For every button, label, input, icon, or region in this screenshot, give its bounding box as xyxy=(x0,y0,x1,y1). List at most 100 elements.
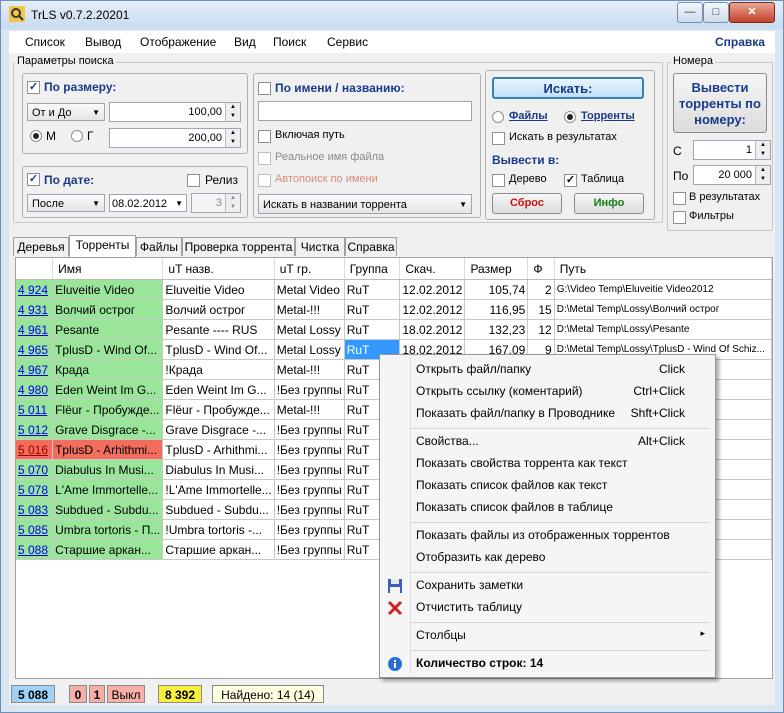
col-header-ut-name[interactable]: uT назв. xyxy=(162,258,275,280)
cell-name[interactable]: L'Ame Immortelle... xyxy=(52,479,164,500)
name-scope-select[interactable]: Искать в названии торрента ▼ xyxy=(258,194,472,214)
col-header-ut-group[interactable]: uT гр. xyxy=(274,258,345,280)
cell-ut-group[interactable]: !Без группы xyxy=(274,459,345,480)
cell-name[interactable]: Eluveitie Video xyxy=(52,279,164,300)
spin-down-icon[interactable]: ▼ xyxy=(225,138,240,147)
cell-name[interactable]: Subdued - Subdu... xyxy=(52,499,164,520)
release-checkbox[interactable] xyxy=(187,174,200,187)
cell-ut-name[interactable]: TplusD - Arhithmi... xyxy=(162,439,275,460)
col-header-id[interactable] xyxy=(16,258,54,280)
cell-ut-group[interactable]: Metal-!!! xyxy=(274,299,345,320)
spin-down-icon[interactable]: ▼ xyxy=(225,112,240,121)
spin-up-icon[interactable]: ▲ xyxy=(225,194,240,203)
cell-id[interactable]: 4 980 xyxy=(16,379,54,400)
info-button[interactable]: Инфо xyxy=(574,193,644,214)
menu-file-list-text[interactable]: Показать список файлов как текст xyxy=(416,478,607,492)
size-from-input[interactable]: 100,00 ▲ ▼ xyxy=(109,102,241,122)
cell-group[interactable]: RuT xyxy=(344,279,401,300)
cell-ut-name[interactable]: !Umbra tortoris -... xyxy=(162,519,275,540)
cell-ut-group[interactable]: !Без группы xyxy=(274,419,345,440)
torrent-id-link[interactable]: 4 931 xyxy=(18,303,48,317)
date-checkbox[interactable]: ✓ xyxy=(27,173,40,186)
col-header-name[interactable]: Имя xyxy=(52,258,164,280)
cell-ut-name[interactable]: Subdued - Subdu... xyxy=(162,499,275,520)
menu-show-displayed-files[interactable]: Показать файлы из отображенных торрентов xyxy=(416,528,670,542)
maximize-button[interactable]: □ xyxy=(703,2,729,23)
cell-ut-group[interactable]: !Без группы xyxy=(274,439,345,460)
col-header-f[interactable]: Ф xyxy=(527,258,555,280)
cell-ut-group[interactable]: !Без группы xyxy=(274,479,345,500)
cell-size[interactable]: 105,74 xyxy=(464,279,529,300)
menu-list[interactable]: Список xyxy=(25,35,65,49)
tab-torrent-check[interactable]: Проверка торрента xyxy=(182,237,295,256)
cell-group[interactable]: RuT xyxy=(344,299,401,320)
torrent-id-link[interactable]: 4 980 xyxy=(18,383,48,397)
cell-date[interactable]: 12.02.2012 xyxy=(399,299,466,320)
cell-name[interactable]: Крада xyxy=(52,359,164,380)
cell-name[interactable]: TplusD - Wind Of... xyxy=(52,339,164,360)
cell-size[interactable]: 116,95 xyxy=(464,299,529,320)
cell-date[interactable]: 12.02.2012 xyxy=(399,279,466,300)
cell-ut-name[interactable]: Волчий острог xyxy=(162,299,275,320)
menu-service[interactable]: Сервис xyxy=(327,35,368,49)
cell-ut-group[interactable]: Metal-!!! xyxy=(274,399,345,420)
cell-name[interactable]: Старшие аркан... xyxy=(52,539,164,560)
name-input[interactable] xyxy=(258,101,472,121)
menu-search[interactable]: Поиск xyxy=(273,35,306,49)
cell-ut-group[interactable]: Metal Lossy xyxy=(274,339,345,360)
spin-up-icon[interactable]: ▲ xyxy=(755,141,770,150)
tab-files[interactable]: Файлы xyxy=(136,237,182,256)
cell-id[interactable]: 4 967 xyxy=(16,359,54,380)
cell-path[interactable]: D:\Metal Temp\Lossy\Pesante xyxy=(554,319,772,340)
cell-ut-group[interactable]: !Без группы xyxy=(274,499,345,520)
cell-ut-name[interactable]: Flëur - Пробужде... xyxy=(162,399,275,420)
cell-id[interactable]: 4 961 xyxy=(16,319,54,340)
menu-output[interactable]: Вывод xyxy=(85,35,121,49)
cell-path[interactable]: D:\Metal Temp\Lossy\Волчий острог xyxy=(554,299,772,320)
menu-clear-table[interactable]: Отчистить таблицу xyxy=(416,600,522,614)
cell-ut-name[interactable]: Eluveitie Video xyxy=(162,279,275,300)
cell-ut-name[interactable]: Grave Disgrace -... xyxy=(162,419,275,440)
menu-open-link[interactable]: Открыть ссылку (коментарий) xyxy=(416,384,583,398)
cell-group[interactable]: RuT xyxy=(344,319,401,340)
tab-trees[interactable]: Деревья xyxy=(13,237,69,256)
table-row[interactable]: 4 924 Eluveitie Video Eluveitie Video Metal… xyxy=(16,279,772,300)
cell-id[interactable]: 4 931 xyxy=(16,299,54,320)
date-count-input[interactable]: 3 ▲ ▼ xyxy=(191,193,241,213)
cell-name[interactable]: Grave Disgrace -... xyxy=(52,419,164,440)
include-path-checkbox[interactable] xyxy=(258,130,271,143)
spin-up-icon[interactable]: ▲ xyxy=(225,103,240,112)
cell-path[interactable]: G:\Video Temp\Eluveitie Video2012 xyxy=(554,279,772,300)
date-picker[interactable]: 08.02.2012 ▼ xyxy=(109,194,187,212)
cell-name[interactable]: Flëur - Пробужде... xyxy=(52,399,164,420)
filters-checkbox[interactable] xyxy=(673,211,686,224)
menu-properties[interactable]: Свойства... xyxy=(416,434,479,448)
cell-ut-group[interactable]: !Без группы xyxy=(274,539,345,560)
cell-name[interactable]: Umbra tortoris - П... xyxy=(52,519,164,540)
cell-name[interactable]: Diabulus In Musi... xyxy=(52,459,164,480)
from-number-input[interactable]: 1 ▲ ▼ xyxy=(693,140,771,160)
spin-down-icon[interactable]: ▼ xyxy=(225,203,240,212)
tab-help[interactable]: Справка xyxy=(345,237,397,256)
cell-ut-name[interactable]: Eden Weint Im G... xyxy=(162,379,275,400)
search-in-results-checkbox[interactable] xyxy=(492,132,505,145)
cell-ut-group[interactable]: Metal-!!! xyxy=(274,359,345,380)
tab-cleanup[interactable]: Чистка xyxy=(295,237,345,256)
table-row[interactable]: 4 931 Волчий острог Волчий острог Metal-!!!… xyxy=(16,299,772,320)
torrent-id-link[interactable]: 5 070 xyxy=(18,463,48,477)
cell-f[interactable]: 15 xyxy=(527,299,555,320)
torrent-id-link[interactable]: 5 012 xyxy=(18,423,48,437)
torrent-id-link[interactable]: 4 961 xyxy=(18,323,48,337)
real-filename-checkbox[interactable] xyxy=(258,152,271,165)
cell-id[interactable]: 4 924 xyxy=(16,279,54,300)
cell-ut-name[interactable]: TplusD - Wind Of... xyxy=(162,339,275,360)
col-header-group[interactable]: Группа xyxy=(344,258,401,280)
cell-name[interactable]: TplusD - Arhithmi... xyxy=(52,439,164,460)
cell-ut-name[interactable]: Старшие аркан... xyxy=(162,539,275,560)
size-mode-select[interactable]: От и До ▼ xyxy=(27,103,105,121)
cell-id[interactable]: 5 085 xyxy=(16,519,54,540)
cell-id[interactable]: 4 965 xyxy=(16,339,54,360)
date-mode-select[interactable]: После ▼ xyxy=(27,194,105,212)
tree-checkbox[interactable] xyxy=(492,174,505,187)
spin-up-icon[interactable]: ▲ xyxy=(225,129,240,138)
